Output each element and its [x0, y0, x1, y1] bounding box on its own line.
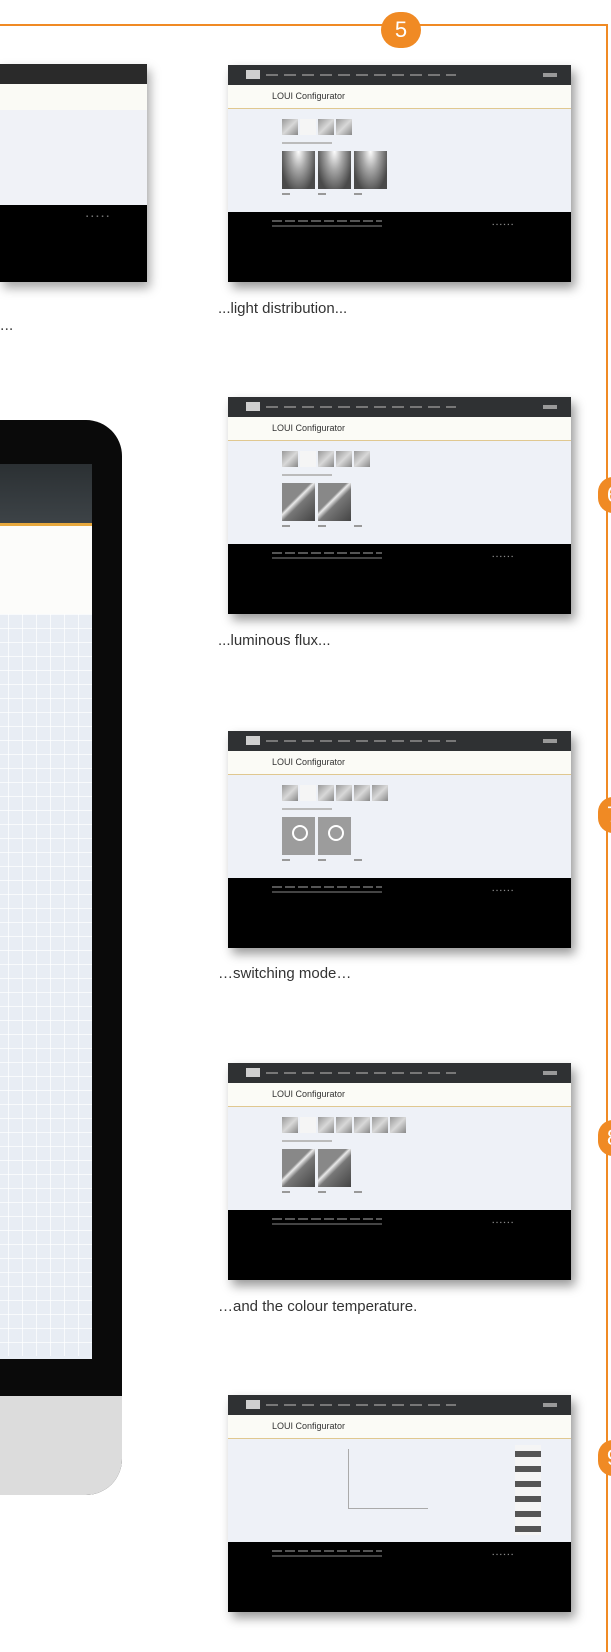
footer-links	[272, 552, 382, 554]
selection-thumbnails	[282, 119, 352, 135]
power-icon	[282, 817, 315, 855]
imac-screen	[0, 464, 92, 1359]
caption-switching-mode: …switching mode…	[218, 965, 352, 982]
footer-logo: ▪▪▪▪▪▪	[492, 222, 515, 228]
screenshot-light-distribution: LOUI Configurator ▪▪▪▪▪▪	[228, 65, 571, 282]
nav-links	[266, 1072, 456, 1074]
dimmer-icon	[318, 817, 351, 855]
configurator-title: LOUI Configurator	[272, 1421, 346, 1431]
header	[0, 84, 147, 110]
selection-thumbnails	[282, 785, 388, 801]
logo-icon	[246, 1068, 260, 1077]
caption-light-distribution: ...light distribution...	[218, 300, 348, 317]
content-area	[228, 109, 571, 212]
header: LOUI Configurator	[228, 1083, 571, 1107]
nav-links	[266, 740, 456, 742]
footer-logo: ▪▪▪▪▪▪	[492, 1220, 515, 1226]
tile-labels	[282, 193, 382, 195]
tile-labels	[282, 525, 382, 527]
logo-icon	[246, 402, 260, 411]
nav-links	[266, 74, 456, 76]
left-screenshot: ▪▪▪▪▪	[0, 64, 147, 282]
nav-actions	[543, 1071, 557, 1075]
nav-bar	[228, 65, 571, 85]
footer-links	[272, 886, 382, 888]
footer: ▪▪▪▪▪▪	[228, 1542, 571, 1612]
screen-nav	[0, 464, 92, 526]
configurator-title: LOUI Configurator	[272, 91, 346, 101]
nav-actions	[543, 73, 557, 77]
orange-right-line	[606, 24, 608, 1652]
nav-bar	[228, 1395, 571, 1415]
footer-logo: ▪▪▪▪▪	[86, 214, 112, 220]
logo-icon	[246, 70, 260, 79]
caption-luminous-flux: ...luminous flux...	[218, 632, 331, 649]
screenshot-colour-temperature: LOUI Configurator ▪▪▪▪▪▪	[228, 1063, 571, 1280]
side-step-badge: 7	[598, 797, 611, 833]
imac-display	[0, 420, 122, 1495]
footer-logo: ▪▪▪▪▪▪	[492, 1552, 515, 1558]
nav-bar	[228, 1063, 571, 1083]
footer: ▪▪▪▪▪▪	[228, 878, 571, 948]
footer-logo: ▪▪▪▪▪▪	[492, 554, 515, 560]
nav-bar	[228, 731, 571, 751]
header: LOUI Configurator	[228, 85, 571, 109]
screenshot-switching-mode: LOUI Configurator ▪▪▪▪▪▪	[228, 731, 571, 948]
footer: ▪▪▪▪▪▪	[228, 1210, 571, 1280]
option-tiles	[282, 151, 387, 189]
footer-links	[272, 1218, 382, 1220]
imac-chin	[0, 1396, 122, 1495]
step-badge-main: 5	[381, 12, 421, 48]
content-area	[0, 110, 147, 205]
screen-header	[0, 526, 92, 614]
footer-links	[272, 1550, 382, 1552]
selection-thumbnails	[282, 451, 370, 467]
nav-actions	[543, 1403, 557, 1407]
logo-icon	[246, 736, 260, 745]
configurator-title: LOUI Configurator	[272, 423, 346, 433]
header: LOUI Configurator	[228, 1415, 571, 1439]
side-step-badge: 6	[598, 477, 611, 513]
side-step-badge: 9	[598, 1440, 611, 1476]
nav-actions	[543, 405, 557, 409]
orange-top-line	[0, 24, 608, 26]
section-label	[282, 142, 332, 144]
option-tiles	[282, 483, 351, 521]
tile-labels	[282, 859, 382, 861]
option-tiles	[282, 1149, 351, 1187]
section-label	[282, 808, 332, 810]
header: LOUI Configurator	[228, 417, 571, 441]
screen-grid	[0, 614, 92, 1356]
left-caption: ...	[0, 317, 14, 334]
content-area	[228, 1107, 571, 1210]
tile-labels	[282, 1191, 382, 1193]
content-area	[228, 1439, 571, 1542]
footer-logo: ▪▪▪▪▪▪	[492, 888, 515, 894]
nav-bar	[228, 397, 571, 417]
footer-links	[272, 220, 382, 222]
summary-panel	[515, 1445, 541, 1535]
nav-actions	[543, 739, 557, 743]
nav-links	[266, 1404, 456, 1406]
dimension-drawing	[348, 1449, 428, 1509]
footer: ▪▪▪▪▪▪	[228, 212, 571, 282]
option-tiles	[282, 817, 351, 855]
screenshot-final-configuration: LOUI Configurator ▪▪▪▪▪▪	[228, 1395, 571, 1612]
nav-bar	[0, 64, 147, 84]
section-label	[282, 474, 332, 476]
nav-links	[266, 406, 456, 408]
configurator-title: LOUI Configurator	[272, 1089, 346, 1099]
configurator-title: LOUI Configurator	[272, 757, 346, 767]
footer: ▪▪▪▪▪▪	[228, 544, 571, 614]
content-area	[228, 775, 571, 878]
side-step-badge: 8	[598, 1120, 611, 1156]
content-area	[228, 441, 571, 544]
section-label	[282, 1140, 332, 1142]
header: LOUI Configurator	[228, 751, 571, 775]
screenshot-luminous-flux: LOUI Configurator ▪▪▪▪▪▪	[228, 397, 571, 614]
caption-colour-temperature: …and the colour temperature.	[218, 1298, 418, 1315]
selection-thumbnails	[282, 1117, 406, 1133]
logo-icon	[246, 1400, 260, 1409]
